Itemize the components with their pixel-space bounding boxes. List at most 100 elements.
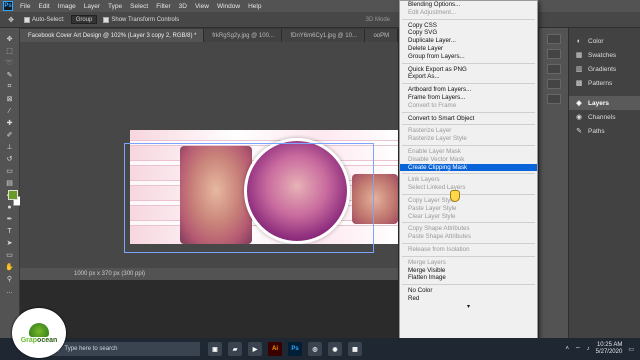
menu-edit[interactable]: Edit <box>34 3 53 10</box>
file-explorer-icon[interactable]: ▰ <box>228 342 242 356</box>
media-player-icon[interactable]: ◉ <box>328 342 342 356</box>
menu-separator <box>402 61 535 64</box>
notifications-icon[interactable]: ▭ <box>628 346 634 353</box>
transform-controls-checkbox[interactable] <box>103 16 110 23</box>
channels-icon: ◉ <box>575 114 583 121</box>
logo-text: Grapocean <box>20 336 58 344</box>
marquee-tool-icon[interactable]: ⬚ <box>3 46 17 56</box>
menu-separator <box>402 192 535 195</box>
move-tool-icon[interactable]: ✥ <box>3 34 17 44</box>
panel-layers[interactable]: ◈ Layers <box>569 96 640 110</box>
menu-item-copy-css[interactable]: Copy CSS <box>400 22 537 30</box>
menu-window[interactable]: Window <box>213 3 244 10</box>
zoom-tool-icon[interactable]: ⚲ <box>3 274 17 284</box>
menu-item-duplicate-layer[interactable]: Duplicate Layer... <box>400 37 537 45</box>
task-view-icon[interactable]: ▣ <box>208 342 222 356</box>
menu-type[interactable]: Type <box>104 3 126 10</box>
panel-dock <box>538 28 568 338</box>
grapocean-logo: Grapocean <box>12 308 66 358</box>
panel-channels[interactable]: ◉ Channels <box>569 110 640 124</box>
hand-tool-icon[interactable]: ✋ <box>3 262 17 272</box>
tray-chevron-icon[interactable]: ˄ <box>565 346 569 352</box>
adjustments-icon[interactable] <box>546 64 561 74</box>
properties-icon[interactable] <box>546 49 561 59</box>
tab-document-3[interactable]: fDnY6m6Cy1.jpg @ 10... <box>282 29 366 42</box>
foreground-color-swatch[interactable] <box>8 190 18 200</box>
menu-item-merge-visible[interactable]: Merge Visible <box>400 267 537 275</box>
panel-paths[interactable]: ✎ Paths <box>569 124 640 138</box>
eyedropper-tool-icon[interactable]: ⁄ <box>3 106 17 116</box>
menu-select[interactable]: Select <box>126 3 152 10</box>
menu-filter[interactable]: Filter <box>152 3 174 10</box>
cover-artwork[interactable] <box>130 130 398 244</box>
quick-select-tool-icon[interactable]: ✎ <box>3 70 17 80</box>
menu-item-delete-layer[interactable]: Delete Layer <box>400 45 537 53</box>
pen-tool-icon[interactable]: ✒ <box>3 214 17 224</box>
menu-item-no-color[interactable]: No Color <box>400 287 537 295</box>
history-brush-icon[interactable]: ↺ <box>3 154 17 164</box>
menu-help[interactable]: Help <box>244 3 265 10</box>
network-icon[interactable]: ⌔ <box>575 345 581 353</box>
menu-3d[interactable]: 3D <box>175 3 191 10</box>
more-tools-icon[interactable]: … <box>3 286 17 296</box>
photoshop-app-icon[interactable]: Ps <box>288 342 302 356</box>
menu-item-link-layers: Link Layers <box>408 176 440 184</box>
menu-item-artboard-from-layers[interactable]: Artboard from Layers... <box>400 86 537 94</box>
tab-facebook-cover[interactable]: Facebook Cover Art Design @ 102% (Layer … <box>20 29 205 42</box>
eraser-tool-icon[interactable]: ▭ <box>3 166 17 176</box>
history-icon[interactable] <box>546 34 561 44</box>
transform-controls-option[interactable]: Show Transform Controls <box>103 16 179 23</box>
menu-item-export-as[interactable]: Export As... <box>400 73 537 81</box>
menu-image[interactable]: Image <box>54 3 80 10</box>
system-clock[interactable]: 10:25 AM 5/27/2020 <box>596 342 623 356</box>
tab-document-4[interactable]: ooPM <box>365 29 398 42</box>
illustrator-app-icon[interactable]: Ai <box>268 342 282 356</box>
move-tool-icon[interactable]: ✥ <box>4 15 18 25</box>
menu-scroll-down-icon[interactable]: ▾ <box>400 303 537 311</box>
menu-item-copy-svg[interactable]: Copy SVG <box>400 29 537 37</box>
healing-brush-icon[interactable]: ✚ <box>3 118 17 128</box>
panel-color[interactable]: ◐ Color <box>569 34 640 48</box>
menu-item-blending-options[interactable]: Blending Options... <box>400 1 537 9</box>
path-select-icon[interactable]: ➤ <box>3 238 17 248</box>
brushes-icon[interactable] <box>546 94 561 104</box>
auto-select-checkbox[interactable] <box>24 16 30 23</box>
chrome-icon[interactable]: ◎ <box>308 342 322 356</box>
tab-document-2[interactable]: frkRgSg2y.jpg @ 100... <box>204 29 283 42</box>
lasso-tool-icon[interactable]: ➰ <box>3 58 17 68</box>
panel-swatches[interactable]: ▦ Swatches <box>569 48 640 62</box>
volume-icon[interactable]: ♪ <box>587 346 590 352</box>
libraries-icon[interactable] <box>546 79 561 89</box>
menu-item-frame-from-layers[interactable]: Frame from Layers... <box>400 94 537 102</box>
panel-label: Paths <box>588 127 605 135</box>
taskbar-search-box[interactable]: ⚲ Type here to search <box>50 342 200 356</box>
type-tool-icon[interactable]: T <box>3 226 17 236</box>
menu-file[interactable]: File <box>16 3 34 10</box>
brush-tool-icon[interactable]: ✐ <box>3 130 17 140</box>
menu-bar: Ps File Edit Image Layer Type Select Fil… <box>0 0 640 12</box>
layers-icon: ◈ <box>576 100 582 107</box>
patterns-icon: ▩ <box>575 80 583 87</box>
frame-tool-icon[interactable]: ⊠ <box>3 94 17 104</box>
store-icon[interactable]: ▦ <box>348 342 362 356</box>
menu-item-convert-to-smart-object[interactable]: Convert to Smart Object <box>400 115 537 123</box>
menu-item-red[interactable]: Red <box>400 295 537 303</box>
clone-stamp-icon[interactable]: ⊥ <box>3 142 17 152</box>
menu-item-quick-export-as-png[interactable]: Quick Export as PNG <box>400 66 537 74</box>
panel-patterns[interactable]: ▩ Patterns <box>569 76 640 90</box>
rectangle-tool-icon[interactable]: ▭ <box>3 250 17 260</box>
document-tabs: Facebook Cover Art Design @ 102% (Layer … <box>20 28 398 42</box>
gradient-tool-icon[interactable]: ▤ <box>3 178 17 188</box>
panel-gradients[interactable]: ▥ Gradients <box>569 62 640 76</box>
menu-item-flatten-image[interactable]: Flatten Image <box>400 274 537 282</box>
menu-layer[interactable]: Layer <box>80 3 104 10</box>
movies-icon[interactable]: ▶ <box>248 342 262 356</box>
menu-separator <box>402 110 535 113</box>
auto-select-dropdown[interactable]: Group <box>70 15 98 24</box>
menu-item-group-from-layers[interactable]: Group from Layers... <box>400 53 537 61</box>
crop-tool-icon[interactable]: ⌗ <box>3 82 17 92</box>
menu-view[interactable]: View <box>191 3 213 10</box>
photoshop-logo-icon[interactable]: Ps <box>3 1 13 11</box>
auto-select-option[interactable]: Auto-Select: <box>24 16 65 23</box>
menu-item-create-clipping-mask[interactable]: Create Clipping Mask <box>400 163 537 172</box>
